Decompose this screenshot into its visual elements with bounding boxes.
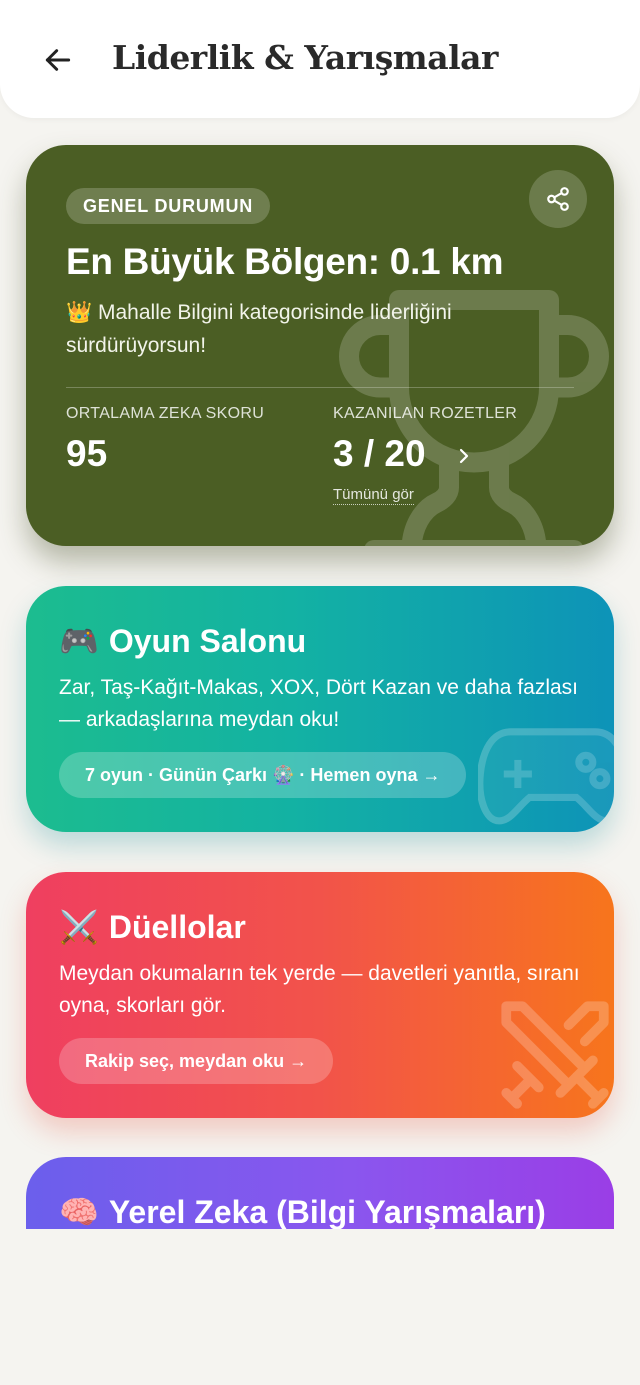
top-app-bar: Liderlik & Yarışmalar xyxy=(0,0,640,118)
local-quiz-title: 🧠 Yerel Zeka (Bilgi Yarışmaları) xyxy=(59,1193,546,1229)
gamepad-emoji: 🎮 xyxy=(59,622,99,660)
duels-description: Meydan okumaların tek yerde — davetleri … xyxy=(59,962,580,1017)
local-quiz-title-text: Yerel Zeka (Bilgi Yarışmaları) xyxy=(108,1193,546,1230)
back-button[interactable] xyxy=(38,40,78,80)
status-chip: GENEL DURUMUN xyxy=(66,188,271,224)
duels-title-text: Düellolar xyxy=(108,908,246,945)
page-title: Liderlik & Yarışmalar xyxy=(112,38,498,77)
game-hall-card[interactable]: 🎮 Oyun Salonu Zar, Taş-Kağıt-Makas, XOX,… xyxy=(26,586,614,832)
divider xyxy=(66,387,574,388)
crown-emoji: 👑 xyxy=(66,300,93,324)
status-description-text: Mahalle Bilgini kategorisinde liderliğin… xyxy=(66,301,452,357)
game-hall-title: 🎮 Oyun Salonu xyxy=(59,622,306,660)
iq-score-value: 95 xyxy=(66,433,108,474)
duels-title: ⚔️ Düellolar xyxy=(59,908,246,946)
see-all-badges-link[interactable]: Tümünü gör xyxy=(333,486,414,505)
badges-value[interactable]: 3 / 20 xyxy=(333,433,426,475)
chevron-right-icon[interactable] xyxy=(456,445,472,467)
game-hall-description: Zar, Taş-Kağıt-Makas, XOX, Dört Kazan ve… xyxy=(59,676,579,731)
status-description: 👑 Mahalle Bilgini kategorisinde liderliğ… xyxy=(66,296,566,362)
brain-emoji: 🧠 xyxy=(59,1193,99,1229)
play-now-button[interactable]: 7 oyun · Günün Çarkı 🎡 · Hemen oyna → xyxy=(59,752,467,798)
badges-label: KAZANILAN ROZETLER xyxy=(333,405,518,422)
overall-status-card: GENEL DURUMUN En Büyük Bölgen: 0.1 km 👑 … xyxy=(26,145,614,546)
swords-emoji: ⚔️ xyxy=(59,908,99,946)
largest-region-headline: En Büyük Bölgen: 0.1 km xyxy=(66,241,504,282)
iq-score-label: ORTALAMA ZEKA SKORU xyxy=(66,405,265,422)
challenge-opponent-button[interactable]: Rakip seç, meydan oku → xyxy=(59,1038,334,1084)
local-quiz-card[interactable]: 🧠 Yerel Zeka (Bilgi Yarışmaları) xyxy=(26,1157,614,1229)
duels-card[interactable]: ⚔️ Düellolar Meydan okumaların tek yerde… xyxy=(26,872,614,1118)
share-button[interactable] xyxy=(529,170,587,228)
arrow-left-icon xyxy=(45,49,71,71)
share-icon xyxy=(547,187,569,211)
game-hall-title-text: Oyun Salonu xyxy=(108,622,307,659)
